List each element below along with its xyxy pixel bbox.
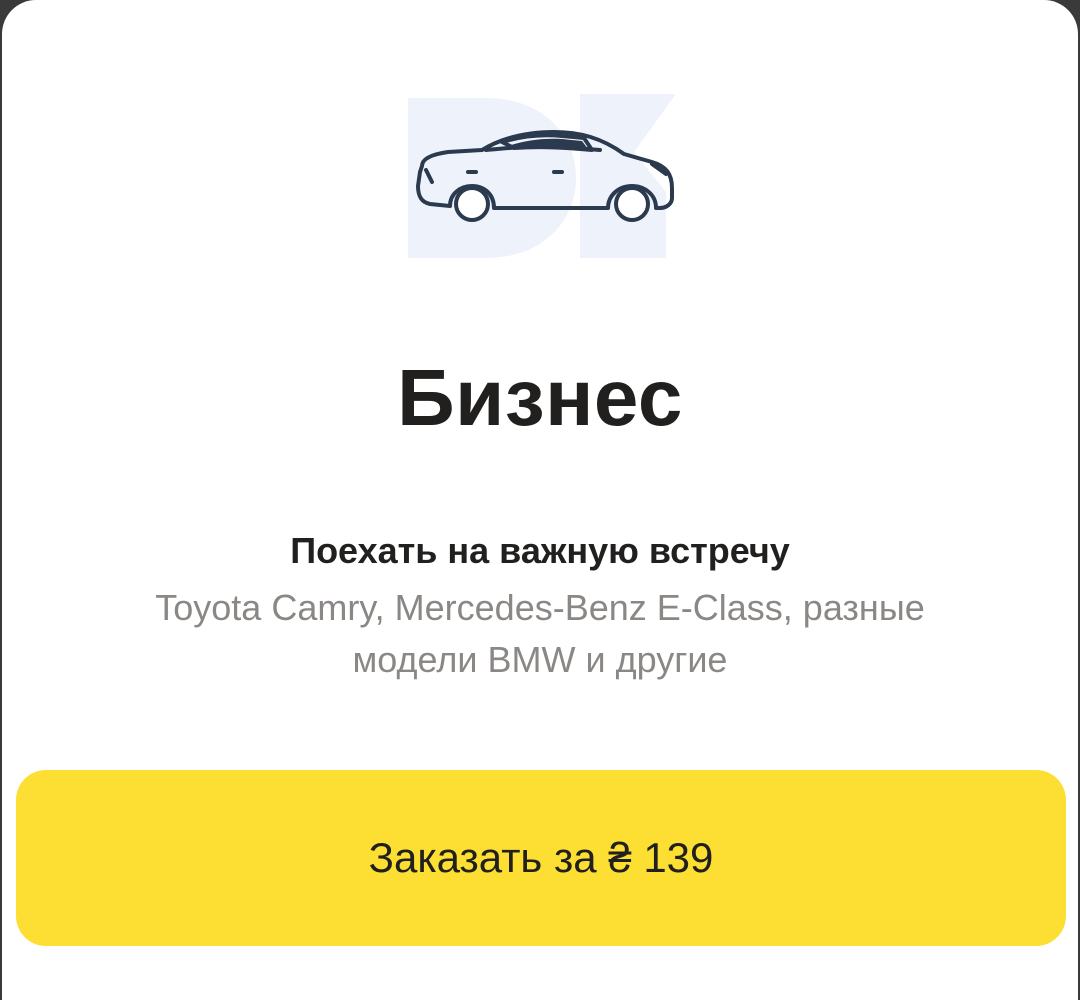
tariff-image (404, 92, 684, 262)
currency-symbol: ₴ (608, 834, 632, 881)
order-button-prefix: Заказать за (368, 834, 597, 881)
tariff-models: Toyota Camry, Mercedes-Benz E-Class, раз… (155, 587, 925, 680)
tariff-tagline: Поехать на важную встречу (290, 530, 790, 571)
order-button[interactable]: Заказать за ₴ 139 (16, 770, 1066, 946)
car-sedan-icon (408, 94, 676, 258)
tariff-title: Бизнес (397, 353, 683, 442)
tariff-card: Бизнес Поехать на важную встречу Toyota … (2, 0, 1078, 1000)
order-price: 139 (643, 834, 714, 881)
